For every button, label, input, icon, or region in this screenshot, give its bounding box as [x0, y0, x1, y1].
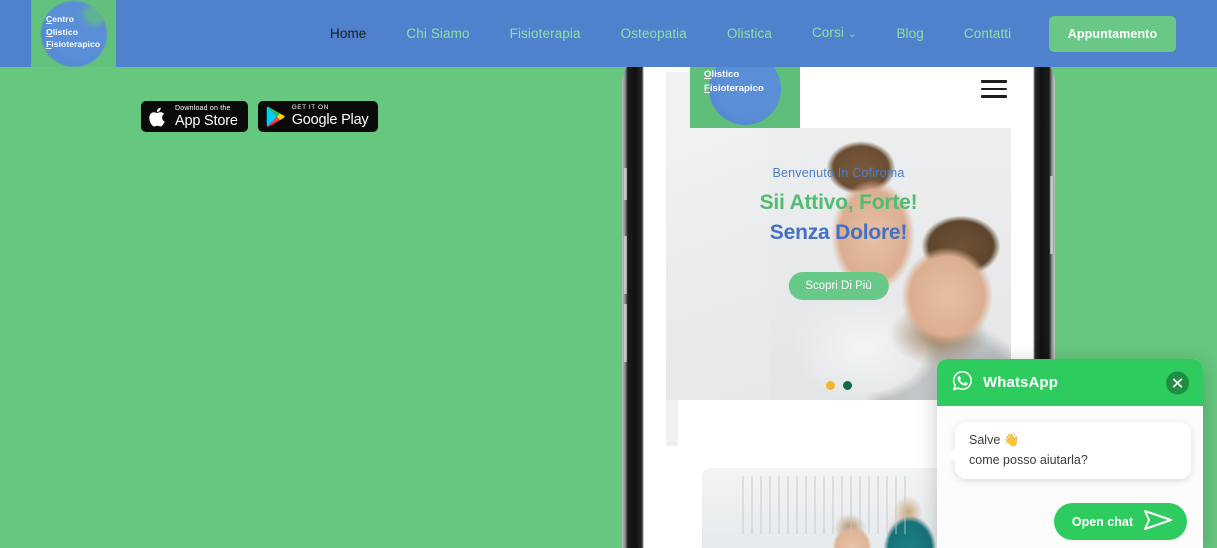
phone-site-logo[interactable]: Centro Olistico Fisioterapico	[690, 60, 800, 129]
appointment-button-label: Appuntamento	[1067, 27, 1158, 41]
apple-logo-icon	[149, 106, 168, 128]
nav-item-fisioterapia[interactable]: Fisioterapia	[490, 0, 601, 67]
phone-side-button-silent	[623, 168, 627, 200]
phone-side-button-volume-down	[623, 304, 627, 362]
phone-side-button-volume-up	[623, 236, 627, 294]
close-icon[interactable]	[1166, 371, 1189, 394]
whatsapp-icon	[951, 369, 974, 397]
phone-site-header: Centro Olistico Fisioterapico	[644, 60, 1033, 129]
hero-headline-line-2: Senza Dolore!	[769, 221, 908, 244]
hero-kicker: Benvenuto In Cofiroma	[772, 166, 905, 180]
app-store-badge-small-label: Download on the	[175, 105, 231, 112]
whatsapp-message-line-2: come posso aiutarla?	[969, 453, 1088, 467]
hamburger-menu-icon[interactable]	[981, 80, 1007, 98]
nav-item-osteopatia-label: Osteopatia	[620, 26, 687, 41]
site-logo-line-2: Olistico	[46, 26, 78, 37]
scopri-di-piu-button[interactable]: Scopri Di Più	[788, 272, 889, 300]
open-chat-button-label: Open chat	[1071, 514, 1133, 529]
site-logo-line-3: Fisioterapico	[46, 39, 101, 49]
site-header: Centro Olistico Fisioterapico Home Chi S…	[0, 0, 1217, 67]
nav-item-blog-label: Blog	[896, 26, 924, 41]
chevron-down-icon: ⌄	[847, 29, 857, 40]
whatsapp-chat-widget: WhatsApp Salve 👋 come posso aiutarla? Op…	[937, 359, 1203, 548]
site-logo-line-1: Centro	[46, 14, 74, 24]
whatsapp-widget-body: Salve 👋 come posso aiutarla? Open chat	[937, 406, 1203, 548]
phone-logo-line-2: Olistico	[704, 69, 740, 80]
hero-carousel-dots	[825, 381, 852, 390]
appointment-button[interactable]: Appuntamento	[1049, 16, 1176, 52]
nav-item-home[interactable]: Home	[310, 0, 386, 67]
google-play-badge-label: Google Play	[291, 112, 369, 129]
google-play-icon	[266, 106, 285, 127]
site-logo-text: Centro Olistico Fisioterapico	[46, 13, 100, 51]
nav-item-corsi-label: Corsi	[811, 25, 844, 40]
main-navigation: Home Chi Siamo Fisioterapia Osteopatia O…	[310, 0, 1031, 67]
nav-item-olistica[interactable]: Olistica	[707, 0, 792, 67]
nav-item-osteopatia[interactable]: Osteopatia	[601, 0, 707, 67]
open-chat-button[interactable]: Open chat	[1053, 503, 1187, 540]
nav-item-blog[interactable]: Blog	[876, 0, 943, 67]
hero-headline-line-1: Sii Attivo, Forte!	[759, 191, 918, 214]
whatsapp-message-line-1: Salve 👋	[969, 433, 1020, 447]
nav-item-corsi[interactable]: Corsi ⌄	[792, 0, 877, 68]
nav-item-chi-siamo[interactable]: Chi Siamo	[386, 0, 489, 67]
carousel-dot-2[interactable]	[842, 381, 852, 390]
nav-item-home-label: Home	[330, 26, 367, 41]
phone-side-button-power	[1050, 176, 1054, 254]
phone-logo-line-3: Fisioterapico	[704, 83, 764, 94]
photo-background-shelf	[742, 476, 912, 534]
scopri-di-piu-button-label: Scopri Di Più	[805, 280, 872, 292]
nav-item-contatti[interactable]: Contatti	[944, 0, 1031, 67]
store-badges: Download on the App Store GET IT ON Goog…	[141, 101, 379, 132]
whatsapp-widget-header: WhatsApp	[937, 359, 1203, 406]
nav-item-olistica-label: Olistica	[726, 26, 772, 41]
app-store-badge[interactable]: Download on the App Store	[141, 101, 248, 132]
whatsapp-widget-title: WhatsApp	[983, 374, 1058, 391]
nav-item-contatti-label: Contatti	[963, 26, 1012, 41]
site-logo[interactable]: Centro Olistico Fisioterapico	[31, 0, 116, 67]
google-play-badge-small-label: GET IT ON	[291, 104, 329, 112]
phone-hero-text: Benvenuto In Cofiroma Sii Attivo, Forte!…	[666, 166, 1011, 248]
carousel-dot-1[interactable]	[825, 381, 835, 390]
google-play-badge[interactable]: GET IT ON Google Play	[257, 101, 379, 132]
whatsapp-message-bubble: Salve 👋 come posso aiutarla?	[948, 422, 1191, 479]
app-store-badge-label: App Store	[175, 112, 238, 129]
page-root: Centro Olistico Fisioterapico Home Chi S…	[0, 0, 1217, 548]
phone-header-left-strip	[666, 72, 690, 128]
nav-item-fisioterapia-label: Fisioterapia	[509, 26, 581, 41]
send-paper-plane-icon	[1143, 508, 1173, 535]
nav-item-chi-siamo-label: Chi Siamo	[406, 26, 470, 41]
